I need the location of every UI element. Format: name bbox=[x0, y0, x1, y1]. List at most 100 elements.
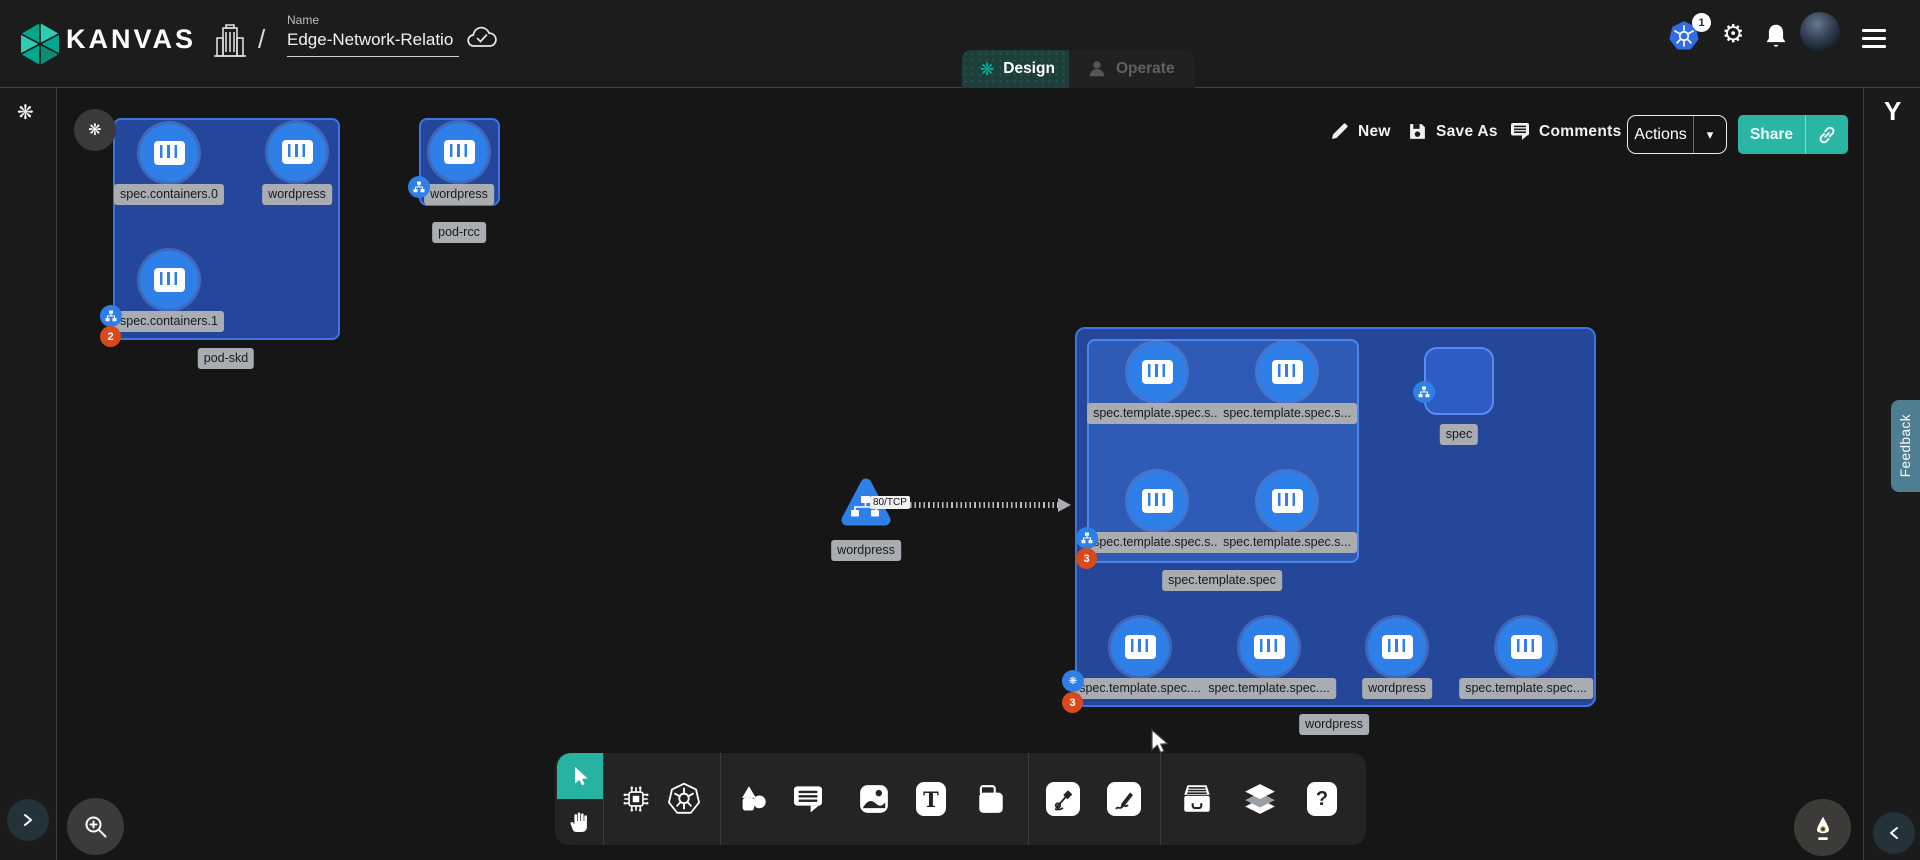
caret-down-icon[interactable]: ▾ bbox=[1694, 127, 1726, 143]
toolbar-divider bbox=[603, 753, 604, 845]
collapse-right-rail-button[interactable] bbox=[1873, 812, 1915, 854]
node-deploy-container-0[interactable] bbox=[1111, 618, 1169, 676]
node-deploy-container-3[interactable] bbox=[1497, 618, 1555, 676]
copy-link-icon[interactable] bbox=[1806, 125, 1848, 145]
kanvas-logo-icon[interactable] bbox=[18, 21, 62, 67]
zoom-search-button[interactable] bbox=[67, 798, 124, 855]
text-tool[interactable]: T bbox=[908, 776, 954, 822]
collapse-badge[interactable] bbox=[1413, 381, 1435, 403]
chip-circuit-icon bbox=[620, 783, 652, 815]
layers-icon bbox=[1243, 783, 1277, 815]
collapse-badge[interactable] bbox=[408, 176, 430, 198]
chevron-right-icon bbox=[21, 813, 35, 827]
pen-nib-icon bbox=[1811, 815, 1835, 841]
settings-gear-icon[interactable]: ⚙ bbox=[1722, 22, 1744, 47]
new-button[interactable]: New bbox=[1330, 122, 1391, 141]
node-label: spec.template.spec.... bbox=[1459, 678, 1593, 699]
node-label: spec.template.spec.s... bbox=[1217, 532, 1357, 553]
node-wordpress-container[interactable] bbox=[268, 123, 326, 181]
node-label: spec.template.spec.s... bbox=[1087, 403, 1227, 424]
container-icon bbox=[1511, 635, 1542, 659]
pan-tool[interactable] bbox=[557, 799, 603, 845]
organization-icon[interactable] bbox=[213, 22, 247, 62]
operate-tab-icon bbox=[1087, 59, 1107, 79]
node-spec[interactable] bbox=[1424, 347, 1494, 415]
pen-tool[interactable] bbox=[1040, 776, 1086, 822]
canvas-mode-button[interactable]: ❋ bbox=[74, 109, 116, 151]
text-icon: T bbox=[916, 782, 946, 816]
actions-dropdown-button[interactable]: Actions ▾ bbox=[1627, 115, 1727, 154]
collapse-badge[interactable] bbox=[100, 305, 122, 327]
kubernetes-tool[interactable] bbox=[661, 776, 707, 822]
node-label: spec.template.spec.s... bbox=[1217, 403, 1357, 424]
layers-tool[interactable] bbox=[1237, 776, 1283, 822]
feedback-tab[interactable]: Feedback bbox=[1891, 400, 1920, 492]
note-tool[interactable] bbox=[968, 776, 1014, 822]
node-label: wordpress bbox=[424, 184, 494, 205]
context-count-badge[interactable]: 1 bbox=[1692, 13, 1711, 32]
container-icon bbox=[1382, 635, 1413, 659]
help-tool[interactable]: ? bbox=[1299, 776, 1345, 822]
pencil-tool[interactable] bbox=[1101, 776, 1147, 822]
container-icon bbox=[154, 268, 185, 292]
node-deploy-container-1[interactable] bbox=[1240, 618, 1298, 676]
shapes-tool[interactable] bbox=[730, 776, 776, 822]
tab-design[interactable]: ❋ Design bbox=[962, 50, 1069, 88]
node-label: spec.template.spec.s... bbox=[1087, 532, 1227, 553]
canvas-toolbar: T bbox=[555, 753, 1366, 845]
error-count-badge[interactable]: 2 bbox=[100, 326, 121, 347]
operate-tab-label: Operate bbox=[1116, 60, 1175, 78]
collapse-badge[interactable]: ❋ bbox=[1062, 670, 1084, 692]
tab-operate[interactable]: Operate bbox=[1069, 50, 1195, 88]
service-edge[interactable] bbox=[896, 502, 1064, 508]
edge-port-label: 80/TCP bbox=[870, 496, 910, 509]
design-name-input[interactable]: Edge-Network-Relatio bbox=[287, 30, 459, 57]
note-icon bbox=[975, 783, 1007, 815]
node-spec-containers-1[interactable] bbox=[140, 251, 198, 309]
error-count-badge[interactable]: 3 bbox=[1076, 548, 1097, 569]
group-label: pod-skd bbox=[198, 348, 254, 369]
toolbar-divider bbox=[1160, 753, 1161, 845]
node-template-container-0[interactable] bbox=[1128, 343, 1186, 401]
pencil-icon bbox=[1330, 122, 1349, 141]
error-count-badge[interactable]: 3 bbox=[1062, 692, 1083, 713]
edge-arrowhead bbox=[1058, 498, 1071, 512]
save-as-button[interactable]: Save As bbox=[1408, 122, 1498, 141]
select-tool[interactable] bbox=[557, 753, 603, 799]
comment-tool[interactable] bbox=[785, 776, 831, 822]
collapse-badge[interactable] bbox=[1076, 527, 1098, 549]
node-template-container-2[interactable] bbox=[1128, 472, 1186, 530]
node-spec-containers-0[interactable] bbox=[140, 124, 198, 182]
design-name-block: Name Edge-Network-Relatio bbox=[287, 13, 459, 57]
meshery-dock-icon[interactable]: ❋ bbox=[17, 100, 34, 125]
design-validate-button[interactable] bbox=[1794, 799, 1851, 856]
comments-button[interactable]: Comments bbox=[1510, 122, 1622, 141]
node-template-container-1[interactable] bbox=[1258, 343, 1316, 401]
container-icon bbox=[1142, 489, 1173, 513]
image-icon bbox=[858, 783, 890, 815]
node-deploy-container-2[interactable] bbox=[1368, 618, 1426, 676]
user-avatar[interactable] bbox=[1800, 12, 1840, 52]
group-label: pod-rcc bbox=[432, 222, 486, 243]
container-icon bbox=[1125, 635, 1156, 659]
components-tool[interactable] bbox=[613, 776, 659, 822]
node-label: spec.containers.0 bbox=[114, 184, 224, 205]
new-label: New bbox=[1358, 123, 1391, 141]
share-button[interactable]: Share bbox=[1738, 115, 1848, 154]
expand-left-rail-button[interactable] bbox=[7, 799, 49, 841]
menu-hamburger-icon[interactable] bbox=[1862, 29, 1886, 48]
node-label: spec.template.spec.... bbox=[1073, 678, 1207, 699]
node-wordpress-container[interactable] bbox=[430, 123, 488, 181]
group-label: spec.template.spec bbox=[1162, 570, 1282, 591]
node-label: wordpress bbox=[262, 184, 332, 205]
layer5-y-logo: Y bbox=[1884, 96, 1901, 127]
saved-components-tool[interactable] bbox=[1174, 776, 1220, 822]
node-template-container-3[interactable] bbox=[1258, 472, 1316, 530]
design-tab-label: Design bbox=[1003, 60, 1055, 78]
image-tool[interactable] bbox=[851, 776, 897, 822]
hand-icon bbox=[568, 810, 592, 834]
cloud-saved-icon[interactable] bbox=[466, 26, 498, 50]
notifications-bell-icon[interactable] bbox=[1764, 23, 1788, 49]
container-icon bbox=[154, 141, 185, 165]
chevron-left-icon bbox=[1887, 826, 1901, 840]
